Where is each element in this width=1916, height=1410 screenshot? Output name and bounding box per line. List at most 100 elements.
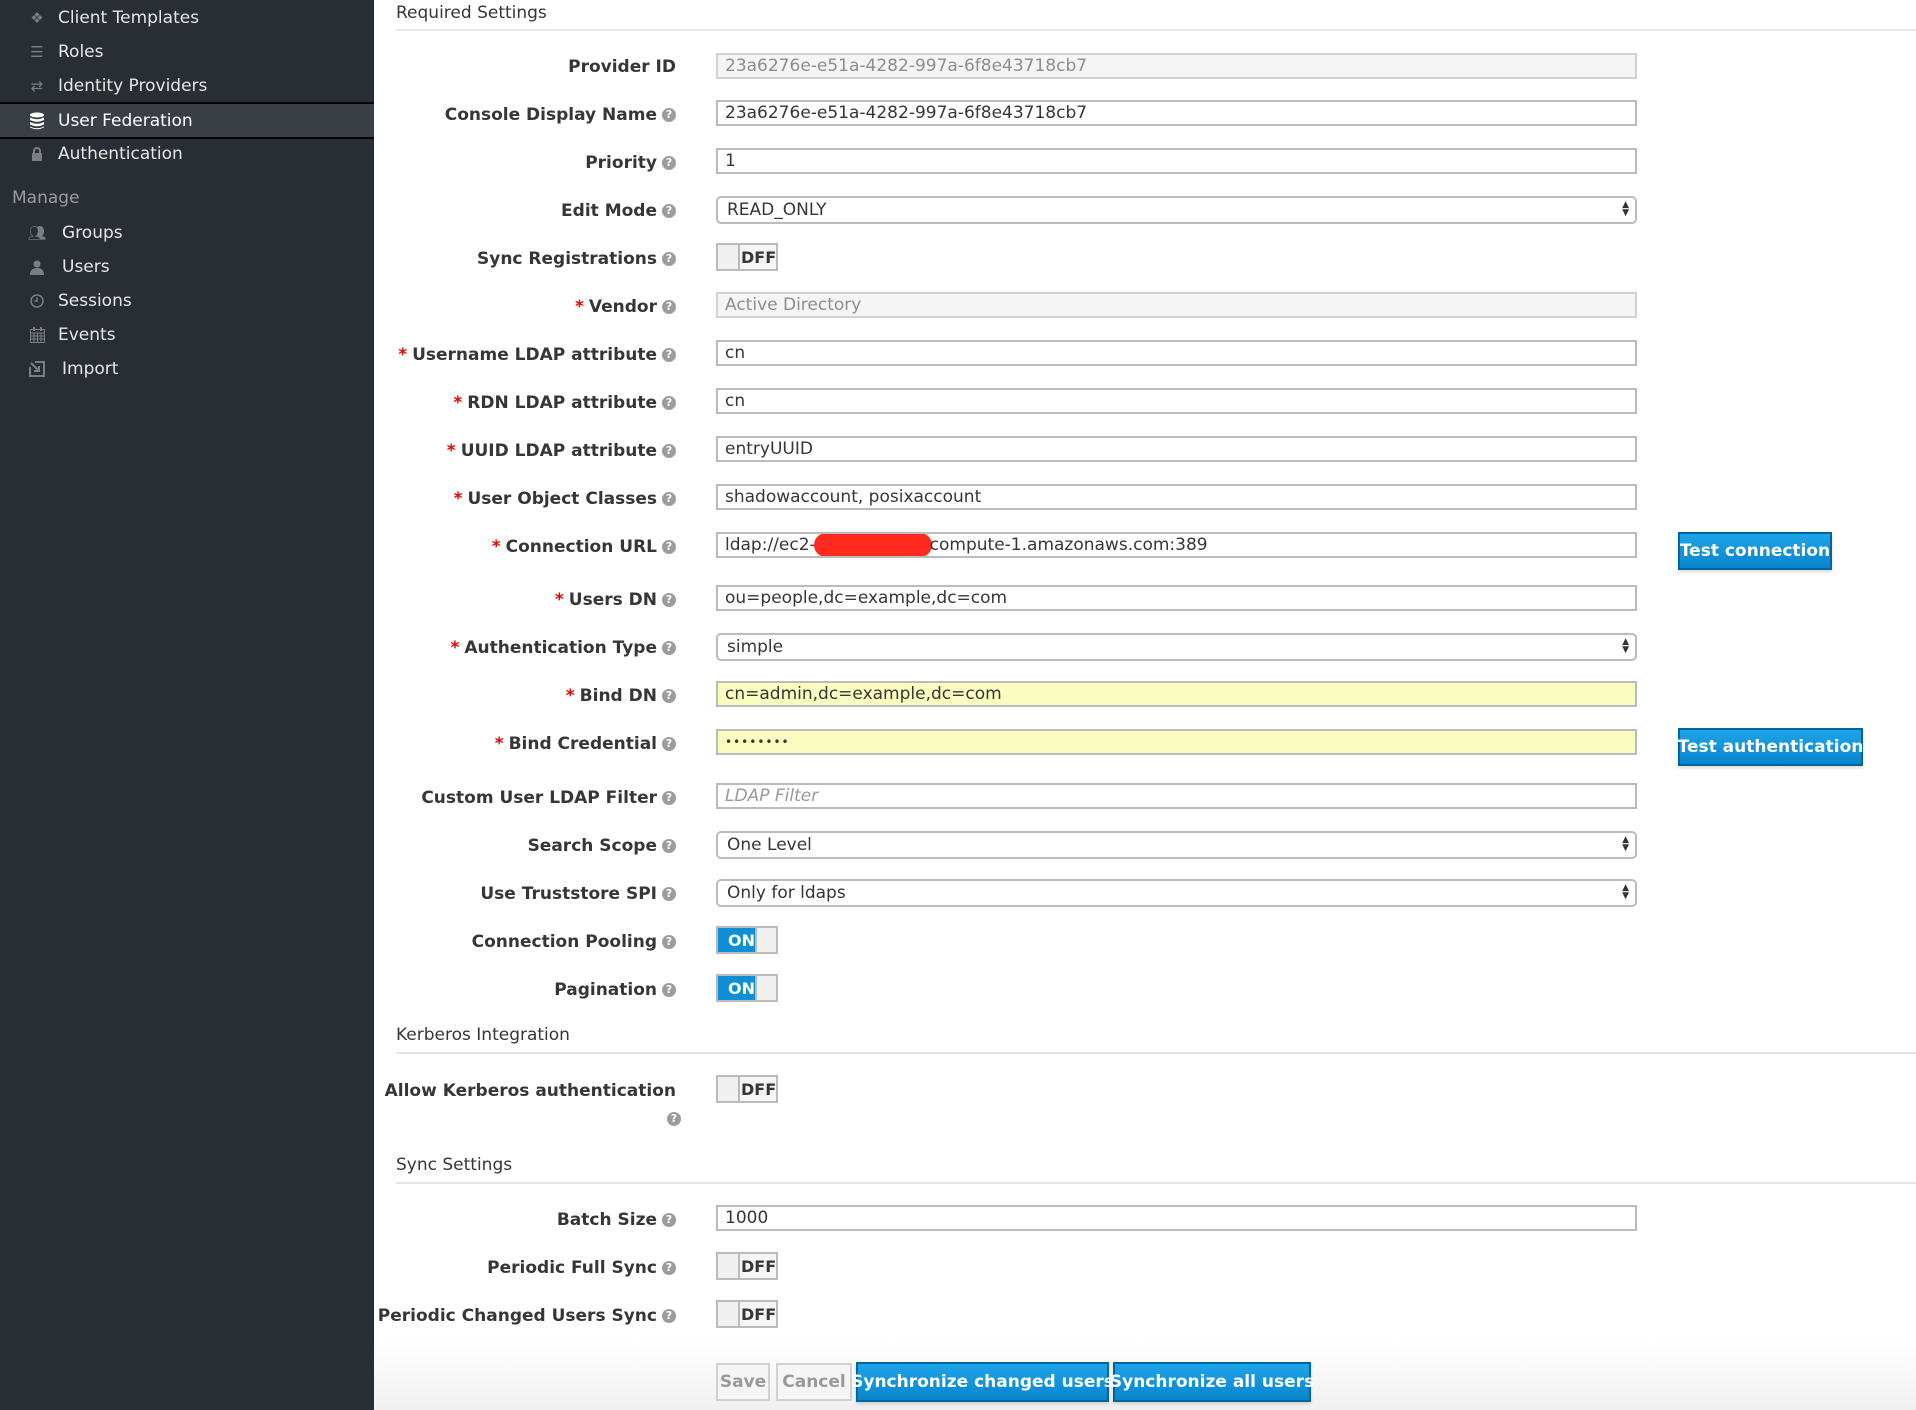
help-icon[interactable]: ? — [662, 689, 676, 703]
toggle-knob — [718, 1077, 740, 1101]
synchronize-changed-users-button[interactable]: Synchronize changed users — [851, 1362, 1114, 1402]
help-icon[interactable]: ? — [662, 737, 676, 751]
help-icon[interactable]: ? — [662, 492, 676, 506]
console-display-name-input[interactable]: 23a6276e-e51a-4282-997a-6f8e43718cb7 — [716, 100, 1637, 126]
uuid-ldap-attribute-input[interactable]: entryUUID — [716, 436, 1637, 462]
provider-id-field: 23a6276e-e51a-4282-997a-6f8e43718cb7 — [716, 53, 1637, 79]
edit-mode-select[interactable]: READ_ONLY ▲ ▼ — [716, 196, 1637, 224]
connection-url-input[interactable]: ldap://ec2- compute-1.amazonaws.com:389 — [716, 532, 1637, 558]
label-text: Periodic Changed Users Sync — [377, 1306, 657, 1326]
allow-kerberos-toggle[interactable]: DFF — [716, 1075, 778, 1103]
toggle-knob — [755, 928, 776, 952]
priority-input[interactable]: 1 — [716, 148, 1637, 174]
label-search-scope: Search Scope? — [528, 836, 676, 856]
help-icon[interactable]: ? — [667, 1112, 681, 1126]
label-username-ldap-attribute: * Username LDAP attribute? — [398, 345, 676, 365]
help-icon[interactable]: ? — [662, 204, 676, 218]
sidebar-item-label: User Federation — [58, 110, 193, 131]
help-icon[interactable]: ? — [662, 1213, 676, 1227]
batch-size-input[interactable]: 1000 — [716, 1205, 1637, 1231]
label-bind-credential: * Bind Credential? — [495, 734, 676, 754]
authentication-type-select[interactable]: simple ▲ ▼ — [716, 633, 1637, 661]
synchronize-all-users-button[interactable]: Synchronize all users — [1110, 1362, 1314, 1402]
help-icon[interactable]: ? — [662, 1261, 676, 1275]
label-sync-registrations: Sync Registrations? — [477, 249, 676, 269]
sidebar-item-user-federation[interactable]: User Federation — [0, 102, 374, 139]
label-connection-pooling: Connection Pooling? — [472, 932, 676, 952]
section-divider — [396, 29, 1916, 31]
users-dn-input[interactable]: ou=people,dc=example,dc=com — [716, 585, 1637, 611]
connection-pooling-toggle[interactable]: ON — [716, 926, 778, 954]
help-icon[interactable]: ? — [662, 935, 676, 949]
label-vendor: * Vendor? — [575, 297, 676, 317]
select-value: One Level — [727, 835, 812, 855]
label-bind-dn: * Bind DN? — [566, 686, 676, 706]
required-star: * — [446, 441, 456, 461]
rdn-ldap-attribute-input[interactable]: cn — [716, 388, 1637, 414]
required-star: * — [494, 734, 504, 754]
help-icon[interactable]: ? — [662, 444, 676, 458]
sidebar-item-label: Roles — [58, 42, 104, 62]
help-icon[interactable]: ? — [662, 396, 676, 410]
sidebar-item-users[interactable]: Users — [0, 250, 374, 284]
sync-registrations-toggle[interactable]: DFF — [716, 243, 778, 271]
help-icon[interactable]: ? — [662, 156, 676, 170]
section-divider — [396, 1182, 1916, 1184]
help-icon[interactable]: ? — [662, 540, 676, 554]
url-suffix: compute-1.amazonaws.com:389 — [929, 535, 1208, 555]
cancel-button[interactable]: Cancel — [776, 1363, 852, 1401]
label-text: Bind Credential — [508, 734, 657, 754]
help-icon[interactable]: ? — [662, 1309, 676, 1323]
select-value: Only for ldaps — [727, 883, 846, 903]
label-authentication-type: * Authentication Type? — [450, 638, 676, 658]
url-prefix: ldap://ec2- — [725, 535, 816, 555]
sidebar-item-roles[interactable]: ☰ Roles — [0, 35, 374, 69]
label-connection-url: * Connection URL? — [492, 537, 676, 557]
label-text: Authentication Type — [464, 638, 657, 658]
sidebar-item-label: Sessions — [58, 291, 132, 311]
help-icon[interactable]: ? — [662, 593, 676, 607]
label-use-truststore-spi: Use Truststore SPI? — [480, 884, 676, 904]
help-icon[interactable]: ? — [662, 887, 676, 901]
bind-credential-input[interactable]: •••••••• — [716, 729, 1637, 755]
cubes-icon: ❖ — [30, 9, 44, 27]
help-icon[interactable]: ? — [662, 791, 676, 805]
bind-dn-input[interactable]: cn=admin,dc=example,dc=com — [716, 681, 1637, 707]
use-truststore-spi-select[interactable]: Only for ldaps ▲ ▼ — [716, 879, 1637, 907]
help-icon[interactable]: ? — [662, 300, 676, 314]
test-connection-button[interactable]: Test connection — [1678, 532, 1832, 570]
required-star: * — [450, 638, 460, 658]
label-console-display-name: Console Display Name? — [445, 105, 676, 125]
save-button[interactable]: Save — [716, 1363, 770, 1401]
vendor-field: Active Directory — [716, 292, 1637, 318]
pagination-toggle[interactable]: ON — [716, 974, 778, 1002]
sidebar-item-label: Events — [58, 325, 116, 345]
sidebar-item-sessions[interactable]: Sessions — [0, 284, 374, 318]
help-icon[interactable]: ? — [662, 108, 676, 122]
user-object-classes-input[interactable]: shadowaccount, posixaccount — [716, 484, 1637, 510]
select-arrows-icon: ▲ ▼ — [1622, 637, 1629, 655]
sidebar-item-client-templates[interactable]: ❖ Client Templates — [0, 1, 374, 35]
required-star: * — [453, 489, 463, 509]
required-star: * — [398, 345, 408, 365]
sidebar-item-identity-providers[interactable]: ⇄ Identity Providers — [0, 69, 374, 103]
help-icon[interactable]: ? — [662, 983, 676, 997]
search-scope-select[interactable]: One Level ▲ ▼ — [716, 831, 1637, 859]
periodic-changed-users-sync-toggle[interactable]: DFF — [716, 1300, 778, 1328]
help-icon[interactable]: ? — [662, 252, 676, 266]
help-icon[interactable]: ? — [662, 641, 676, 655]
help-icon[interactable]: ? — [662, 348, 676, 362]
required-star: * — [575, 297, 584, 317]
username-ldap-attribute-input[interactable]: cn — [716, 340, 1637, 366]
sidebar-item-events[interactable]: Events — [0, 318, 374, 352]
label-edit-mode: Edit Mode? — [561, 201, 676, 221]
sidebar-item-authentication[interactable]: Authentication — [0, 137, 374, 171]
exchange-icon: ⇄ — [30, 77, 44, 95]
custom-user-ldap-filter-input[interactable]: LDAP Filter — [716, 783, 1637, 809]
sidebar-item-import[interactable]: Import — [0, 352, 374, 386]
help-icon[interactable]: ? — [662, 839, 676, 853]
sidebar-item-groups[interactable]: 👥︎ Groups — [0, 216, 374, 250]
clock-icon — [26, 291, 48, 311]
test-authentication-button[interactable]: Test authentication — [1678, 728, 1863, 766]
periodic-full-sync-toggle[interactable]: DFF — [716, 1252, 778, 1280]
